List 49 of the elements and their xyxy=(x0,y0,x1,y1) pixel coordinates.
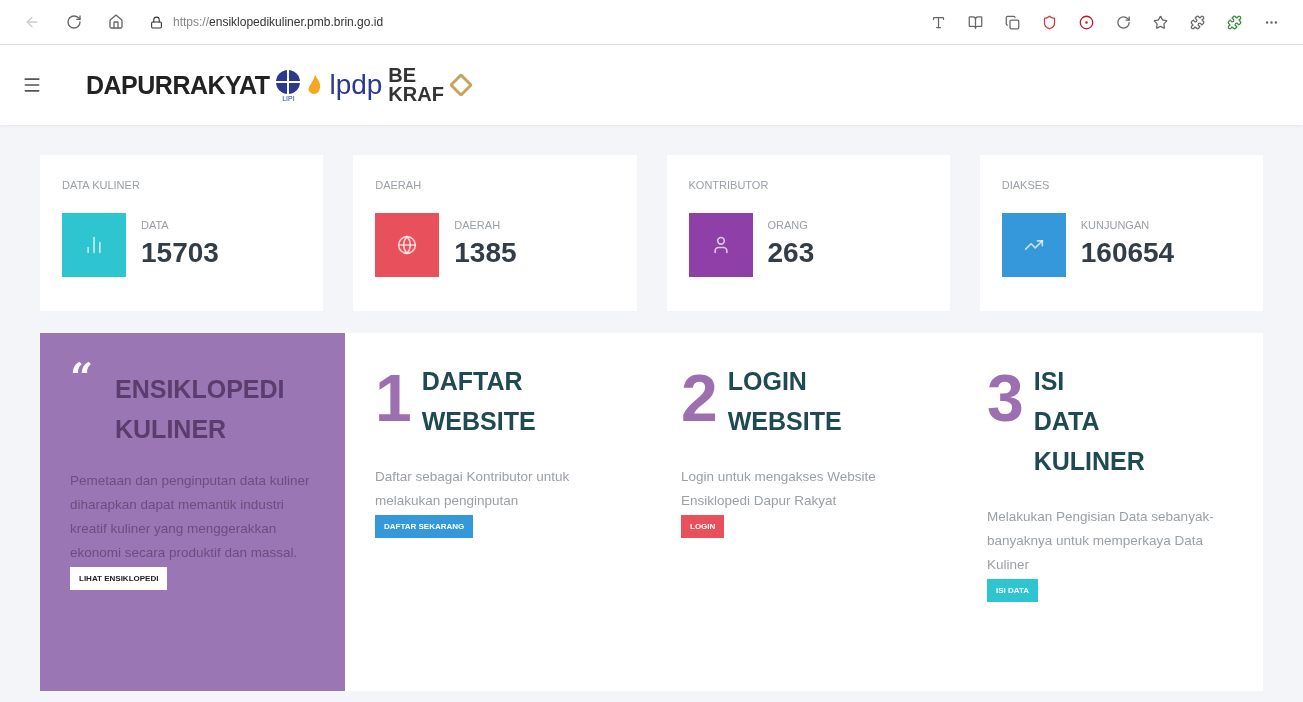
stat-value: 15703 xyxy=(141,237,219,269)
lpdp-logo: lpdp xyxy=(329,69,383,101)
tabs-icon[interactable] xyxy=(1005,14,1020,30)
lock-icon xyxy=(150,15,163,29)
stat-title: DIAKSES xyxy=(1001,179,1051,191)
step-text: Melakukan Pengisian Data sebanyak-banyaknya untuk memperkaya Data Kuliner xyxy=(987,508,1215,574)
home-icon[interactable] xyxy=(108,14,124,30)
star-icon[interactable] xyxy=(1153,14,1168,30)
step-number: 2 xyxy=(681,363,718,437)
step-button[interactable]: LOGIN xyxy=(681,515,725,538)
stat-label: ORANG xyxy=(767,219,809,231)
circle-icon[interactable] xyxy=(1079,14,1094,30)
stat-value: 160654 xyxy=(1080,237,1175,269)
stat-title: DAERAH xyxy=(375,179,423,191)
extension-icon[interactable] xyxy=(1227,14,1242,30)
step-title: LOGIN WEBSITE xyxy=(727,366,842,437)
stat-label: KUNJUNGAN xyxy=(1080,219,1151,231)
step-title: ISI DATA KULINER xyxy=(1033,366,1145,477)
quote-mark: “ xyxy=(70,361,93,402)
step-title: DAFTAR WEBSITE xyxy=(421,366,536,437)
brand-name: DAPURRAKYAT xyxy=(86,70,270,100)
intro-title: ENSIKLOPEDI KULINER xyxy=(115,374,285,445)
step-text: Daftar sebagai Kontributor untuk melakukan penginputan xyxy=(375,468,571,510)
globe-logo-icon xyxy=(275,68,302,95)
stat-label: DAERAH xyxy=(454,219,502,231)
bar-chart-icon xyxy=(84,235,104,255)
stat-value: 263 xyxy=(767,237,815,269)
menu-icon[interactable] xyxy=(22,75,42,95)
stat-title: DATA KULINER xyxy=(62,179,141,191)
stat-title: KONTRIBUTOR xyxy=(688,179,770,191)
stat-value: 1385 xyxy=(454,237,517,269)
step-number: 3 xyxy=(987,363,1024,437)
step-button[interactable]: ISI DATA xyxy=(987,579,1039,602)
sync-icon[interactable] xyxy=(1116,14,1131,30)
step-button[interactable]: DAFTAR SEKARANG xyxy=(375,515,474,538)
extensions-icon[interactable] xyxy=(1190,14,1205,30)
stat-label: DATA xyxy=(141,219,170,231)
refresh-icon[interactable] xyxy=(66,14,82,30)
view-encyclopedia-button[interactable]: LIHAT ENSIKLOPEDI xyxy=(70,567,168,590)
address-bar[interactable]: https://ensiklopedikuliner.pmb.brin.go.id xyxy=(150,15,905,29)
shield-icon[interactable] xyxy=(1042,14,1057,30)
book-icon[interactable] xyxy=(968,14,983,30)
step-number: 1 xyxy=(375,363,412,437)
read-aloud-icon[interactable] xyxy=(931,14,946,30)
url-text: https://ensiklopedikuliner.pmb.brin.go.id xyxy=(173,15,384,29)
bekraf-logo: BE KRAF xyxy=(388,66,444,104)
globe-icon xyxy=(397,235,418,255)
diamond-logo-icon xyxy=(449,74,472,96)
step-text: Login untuk mengakses Website Ensiklopedi Dapur Rakyat xyxy=(681,468,877,510)
